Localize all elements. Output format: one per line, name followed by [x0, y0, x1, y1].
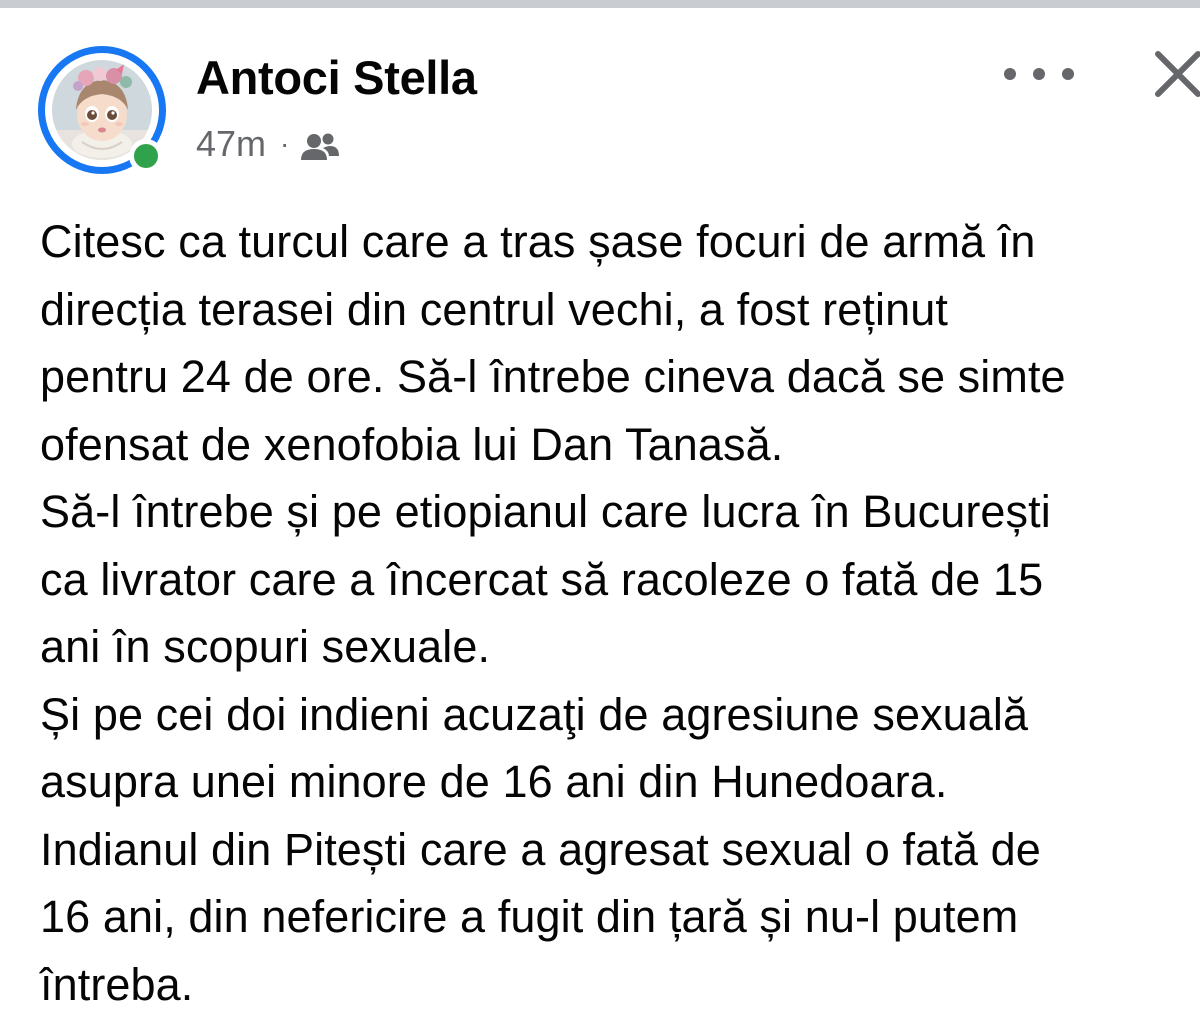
- post-meta: 47m ·: [196, 122, 339, 166]
- post-text-line: ca livrator care a încercat să racoleze …: [40, 546, 1200, 614]
- timestamp[interactable]: 47m: [196, 123, 266, 165]
- more-options-button[interactable]: [1004, 54, 1074, 94]
- online-status-dot: [129, 139, 163, 173]
- close-button[interactable]: [1148, 44, 1200, 104]
- post-text-line: Să-l întrebe și pe etiopianul care lucra…: [40, 478, 1200, 546]
- top-divider: [0, 0, 1200, 8]
- post-text-line: asupra unei minore de 16 ani din Hunedoa…: [40, 748, 1200, 816]
- post-text-line: ani în scopuri sexuale.: [40, 613, 1200, 681]
- more-horizontal-icon: [1033, 68, 1045, 80]
- post-text-line: 16 ani, din nefericire a fugit din țară …: [40, 883, 1200, 951]
- more-horizontal-icon: [1062, 68, 1074, 80]
- post-text-line: pentru 24 de ore. Să-l întrebe cineva da…: [40, 343, 1200, 411]
- post-text-line: direcția terasei din centrul vechi, a fo…: [40, 276, 1200, 344]
- post-text-line: Citesc ca turcul care a tras șase focuri…: [40, 208, 1200, 276]
- post-text-line: ofensat de xenofobia lui Dan Tanasă.: [40, 411, 1200, 479]
- more-horizontal-icon: [1004, 68, 1016, 80]
- author-name[interactable]: Antoci Stella: [196, 48, 477, 108]
- post-text-line: Indianul din Pitești care a agresat sexu…: [40, 816, 1200, 884]
- post-text: Citesc ca turcul care a tras șase focuri…: [40, 208, 1200, 1018]
- post-text-line: Și pe cei doi indieni acuzaţi de agresiu…: [40, 681, 1200, 749]
- post-text-line: întreba.: [40, 951, 1200, 1018]
- meta-separator: ·: [280, 128, 289, 160]
- close-icon: [1148, 44, 1200, 104]
- friends-icon[interactable]: [301, 129, 339, 159]
